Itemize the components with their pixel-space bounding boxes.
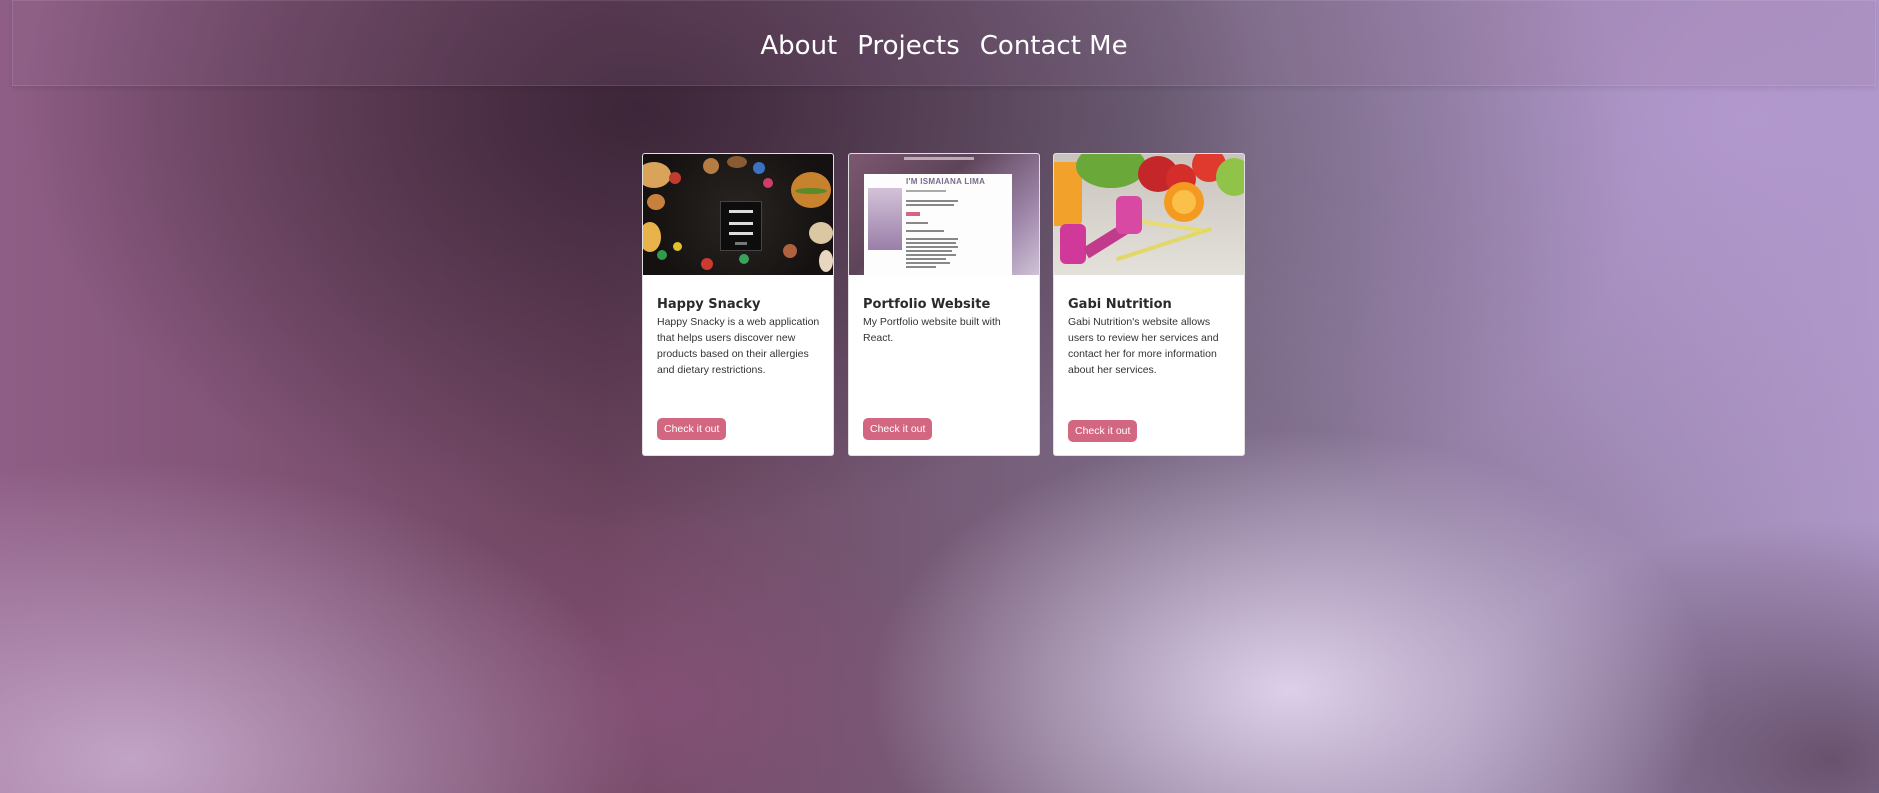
check-it-out-button[interactable]: Check it out: [657, 418, 727, 440]
project-title: Happy Snacky: [657, 297, 761, 312]
top-navbar: About Projects Contact Me: [12, 0, 1876, 86]
happy-snacky-screenshot: [643, 154, 833, 275]
nav-link-contact[interactable]: Contact Me: [980, 25, 1128, 61]
project-card-happy-snacky: Happy Snacky Happy Snacky is a web appli…: [642, 153, 834, 456]
check-it-out-button[interactable]: Check it out: [863, 418, 933, 440]
portfolio-screenshot: I'M ISMAIANA LIMA: [849, 154, 1039, 275]
project-description: Gabi Nutrition's website allows users to…: [1068, 316, 1219, 376]
project-description: My Portfolio website built with React.: [863, 316, 1001, 344]
nav-link-about[interactable]: About: [760, 25, 837, 61]
project-title: Gabi Nutrition: [1068, 297, 1172, 312]
project-description: Happy Snacky is a web application that h…: [657, 316, 820, 376]
nav-link-projects[interactable]: Projects: [857, 25, 960, 61]
check-it-out-button[interactable]: Check it out: [1068, 420, 1138, 442]
project-title: Portfolio Website: [863, 297, 991, 312]
portfolio-heading: I'M ISMAIANA LIMA: [906, 177, 986, 186]
project-card-portfolio: I'M ISMAIANA LIMA Portfolio Website My P…: [848, 153, 1040, 456]
fruit-and-dumbbells-photo: [1054, 154, 1244, 275]
project-card-gabi-nutrition: Gabi Nutrition Gabi Nutrition's website …: [1053, 153, 1245, 456]
